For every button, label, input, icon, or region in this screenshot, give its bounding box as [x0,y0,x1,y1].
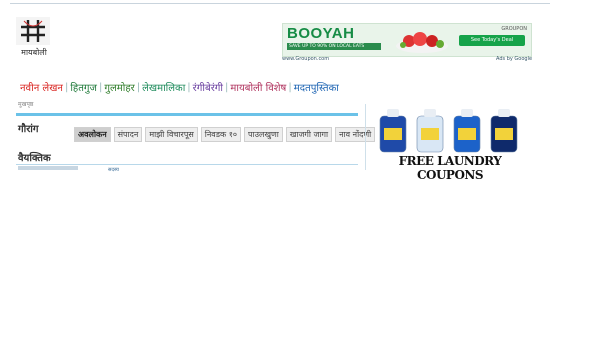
ads-by-google-link[interactable]: Ads by Google [496,56,532,62]
tab-4[interactable]: पाउलखुणा [244,127,283,142]
section-title-personal: वैयक्तिक [18,153,51,164]
top-divider [10,3,550,4]
bottle-label [421,128,439,140]
tab-0[interactable]: अवलोकन [74,127,111,142]
ad-tag: GROUPON [501,26,527,32]
ad-subtitle: SAVE UP TO 90% ON LOCAL EATS [287,43,381,50]
bottle-label [384,128,402,140]
profile-name: गौरांग [18,124,39,135]
nav-link[interactable]: हितगुज [70,80,97,94]
hash-grid-logo-icon [16,17,50,45]
section-row-bar [18,166,78,170]
bottle-label [495,128,513,140]
logo-text: मायबोली [21,48,47,57]
bottle-label [458,128,476,140]
bottle-cap [424,109,436,117]
breadcrumb[interactable]: मुखपृष्ठ [18,100,33,108]
site-logo[interactable]: मायबोली [16,17,52,61]
nav-link[interactable]: नवीन लेखन [20,80,63,94]
nav-link[interactable]: मायबोली विशेष [230,80,286,94]
section-divider [16,164,358,165]
nav-separator: | [187,81,191,93]
main-nav: नवीन लेखन | हितगुज | गुलमोहर | लेखमालिका | रंगीब… [20,80,339,95]
tab-3[interactable]: निवडक १० [200,127,242,142]
nav-separator: | [288,81,292,93]
nav-separator: | [136,81,141,93]
ad-url-link[interactable]: www.Groupon.com [282,56,329,62]
nav-link[interactable]: लेखमालिका [142,80,185,94]
bottle-cap [498,109,510,117]
nav-separator: | [64,81,69,93]
profile-tabs: अवलोकन संपादन माझी विचारपूस निवडक १० पाउलखुण… [74,127,378,142]
tab-5[interactable]: खाजगी जागा [285,127,333,142]
nav-link[interactable]: मदतपुस्तिका [294,80,339,94]
section-row-label: सदस्य [108,167,119,173]
detergent-bottles-icon [379,109,518,153]
bottle-cap [387,109,399,117]
laundry-coupons-ad[interactable]: FREE LAUNDRY COUPONS [370,106,530,182]
bottle-cap [461,109,473,117]
ad-title: BOOYAH [287,25,355,42]
ad-cta-button[interactable]: See Today's Deal [459,35,525,46]
nav-link[interactable]: गुलमोहर [104,80,134,94]
nav-link[interactable]: रंगीबेरंगी [193,80,223,94]
section-bar [16,113,358,116]
food-platter-icon [396,32,448,53]
nav-separator: | [98,81,103,93]
tab-1[interactable]: संपादन [113,127,143,142]
groupon-ad-banner[interactable]: BOOYAH GROUPON SAVE UP TO 90% ON LOCAL E… [282,23,532,57]
nav-separator: | [225,81,229,93]
tab-2[interactable]: माझी विचारपूस [145,127,198,142]
sidebar-separator [365,104,366,170]
laundry-ad-text: FREE LAUNDRY COUPONS [398,154,502,182]
